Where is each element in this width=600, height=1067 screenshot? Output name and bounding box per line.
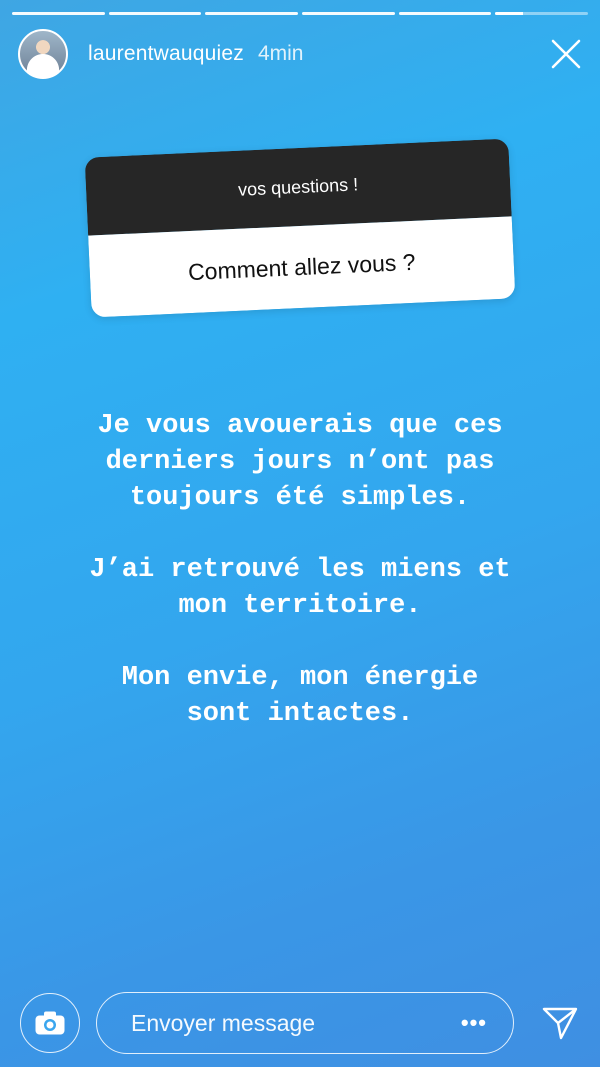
send-button[interactable] [540,1003,580,1043]
close-button[interactable] [546,34,586,74]
progress-segment [108,12,202,15]
progress-segment [205,12,299,15]
username[interactable]: laurentwauquiez [88,42,244,66]
question-sticker[interactable]: vos questions ! Comment allez vous ? [84,138,516,318]
camera-button[interactable] [20,993,80,1053]
progress-segment-current [495,12,589,15]
story-paragraph-1: Je vous avouerais que ces derniers jours… [97,411,503,513]
close-icon [551,39,581,69]
story-footer: ••• [20,992,580,1054]
progress-segment [12,12,105,15]
story-progress-bar [12,12,589,15]
message-input[interactable] [129,1008,433,1038]
story-time: 4min [257,42,304,65]
story-paragraph-3: Mon envie, mon énergie sont intactes. [121,663,479,729]
story-text: Je vous avouerais que ces derniers jours… [0,408,600,768]
progress-segment [398,12,492,15]
more-options-button[interactable]: ••• [461,1010,487,1036]
avatar[interactable] [18,29,68,79]
message-field[interactable]: ••• [96,992,514,1054]
story-header: laurentwauquiez 4min [18,28,586,80]
progress-segment [302,12,395,15]
story-paragraph-2: J’ai retrouvé les miens et mon territoir… [89,555,511,621]
camera-icon [35,1011,65,1035]
send-icon [542,1007,578,1040]
